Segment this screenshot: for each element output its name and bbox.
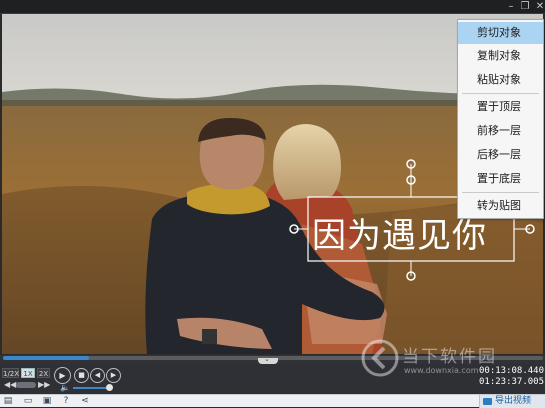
menu-item-bring-forward[interactable]: 前移一层 bbox=[458, 120, 543, 142]
bottom-toolbar: ▤ ▭ ▣ ? ⋖ 导出视频 bbox=[0, 394, 545, 408]
menu-item-bring-to-front[interactable]: 置于顶层 bbox=[458, 96, 543, 118]
menu-separator bbox=[462, 93, 539, 94]
menu-item-cut-object[interactable]: 剪切对象 bbox=[458, 22, 543, 44]
stop-icon[interactable]: ■ bbox=[74, 368, 89, 383]
previous-frame-icon[interactable]: ◀ bbox=[90, 368, 105, 383]
watermark-text: 当下软件园 bbox=[402, 347, 497, 367]
menu-item-send-backward[interactable]: 后移一层 bbox=[458, 144, 543, 166]
shuttle-slider[interactable] bbox=[16, 382, 36, 388]
maximize-icon[interactable]: ❐ bbox=[519, 1, 531, 13]
export-video-label: 导出视频 bbox=[495, 396, 532, 406]
open-folder-icon[interactable]: ▭ bbox=[23, 396, 33, 406]
play-icon[interactable]: ▶ bbox=[54, 367, 71, 384]
chevron-down-icon: ⌄ bbox=[264, 355, 270, 363]
speed-half-button[interactable]: 1/2X bbox=[2, 368, 19, 378]
export-icon bbox=[483, 398, 492, 405]
fast-forward-icon[interactable]: ▶▶ bbox=[38, 380, 50, 390]
title-bar: – ❐ ✕ bbox=[0, 0, 545, 14]
minimize-icon[interactable]: – bbox=[505, 1, 517, 13]
menu-separator bbox=[462, 192, 539, 193]
export-video-button[interactable]: 导出视频 bbox=[479, 395, 545, 408]
help-icon[interactable]: ? bbox=[61, 396, 71, 406]
speed-1x-button[interactable]: 1X bbox=[21, 368, 35, 378]
save-icon[interactable]: ▣ bbox=[42, 396, 52, 406]
speed-2x-button[interactable]: 2X bbox=[37, 368, 50, 378]
rewind-icon[interactable]: ◀◀ bbox=[4, 380, 16, 390]
menu-item-convert-to-sticker[interactable]: 转为贴图 bbox=[458, 195, 543, 217]
timeline-progress bbox=[3, 356, 90, 360]
share-icon[interactable]: ⋖ bbox=[80, 396, 90, 406]
next-frame-icon[interactable]: ▶ bbox=[106, 368, 121, 383]
menu-item-send-to-back[interactable]: 置于底层 bbox=[458, 168, 543, 190]
volume-slider[interactable] bbox=[73, 387, 108, 389]
menu-item-copy-object[interactable]: 复制对象 bbox=[458, 45, 543, 67]
volume-knob[interactable] bbox=[106, 384, 113, 391]
close-icon[interactable]: ✕ bbox=[534, 1, 545, 13]
watermark: 当下软件园 www.downxia.com bbox=[360, 336, 520, 388]
new-project-icon[interactable]: ▤ bbox=[3, 396, 13, 406]
watermark-url: www.downxia.com bbox=[404, 366, 479, 375]
watermark-logo-icon bbox=[361, 339, 399, 377]
volume-icon[interactable]: 🔈 bbox=[60, 383, 70, 393]
context-menu: 剪切对象 复制对象 粘贴对象 置于顶层 前移一层 后移一层 置于底层 转为贴图 bbox=[457, 19, 544, 219]
menu-item-paste-object[interactable]: 粘贴对象 bbox=[458, 69, 543, 91]
